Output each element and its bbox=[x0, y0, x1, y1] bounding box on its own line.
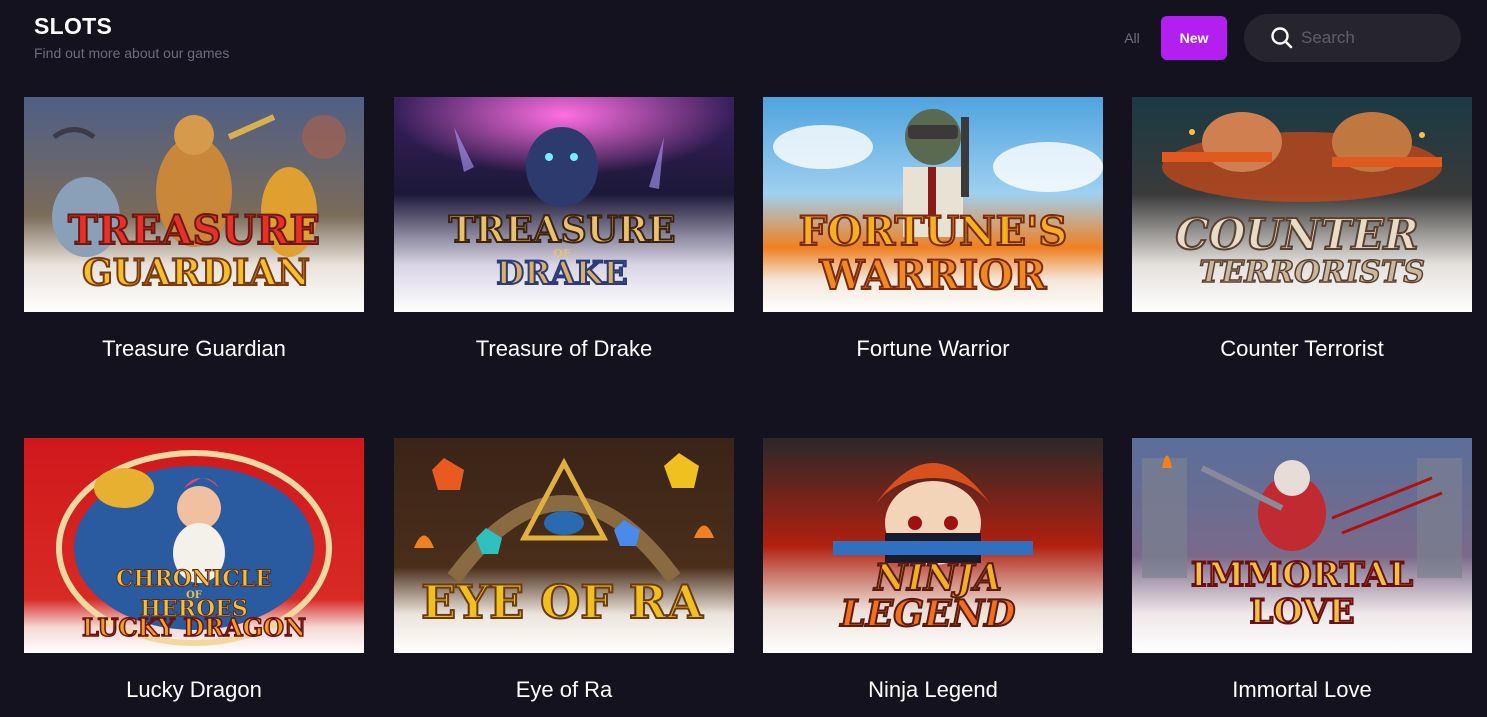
game-card-fortune-warrior[interactable]: FORTUNE'S WARRIOR Fortune Warrior bbox=[763, 97, 1103, 362]
game-logo-text: TREASURE bbox=[68, 207, 320, 254]
search-box[interactable] bbox=[1244, 14, 1461, 62]
game-logo-text: FORTUNE'S bbox=[799, 208, 1068, 255]
game-title[interactable]: Counter Terrorist bbox=[1132, 336, 1472, 362]
filter-all-button[interactable]: All bbox=[1112, 26, 1152, 50]
page-title: SLOTS bbox=[34, 13, 113, 39]
game-title[interactable]: Treasure Guardian bbox=[24, 336, 364, 362]
game-card-immortal-love[interactable]: IMMORTAL LOVE Immortal Love bbox=[1132, 438, 1472, 703]
game-title[interactable]: Fortune Warrior bbox=[763, 336, 1103, 362]
game-card-counter-terrorist[interactable]: COUNTER TERRORISTS Counter Terrorist bbox=[1132, 97, 1472, 362]
game-card-lucky-dragon[interactable]: CHRONICLE OF HEROES LUCKY DRAGON Lucky D… bbox=[24, 438, 364, 703]
game-title[interactable]: Ninja Legend bbox=[763, 677, 1103, 703]
game-logo-text: EYE OF RA bbox=[421, 575, 704, 629]
game-thumbnail[interactable]: CHRONICLE OF HEROES LUCKY DRAGON bbox=[24, 438, 364, 653]
game-logo-text: LUCKY DRAGON bbox=[82, 613, 306, 642]
game-logo-text: DRAKE bbox=[496, 254, 627, 292]
game-title[interactable]: Lucky Dragon bbox=[24, 677, 364, 703]
game-logo-text: WARRIOR bbox=[819, 252, 1047, 299]
game-logo-text: CHRONICLE bbox=[116, 566, 272, 592]
game-logo-text: LEGEND bbox=[839, 593, 1015, 635]
game-logo-text: IMMORTAL bbox=[1191, 555, 1413, 595]
game-title[interactable]: Immortal Love bbox=[1132, 677, 1472, 703]
game-title[interactable]: Treasure of Drake bbox=[394, 336, 734, 362]
game-logo-text: GUARDIAN bbox=[82, 252, 310, 294]
game-thumbnail[interactable]: NINJA LEGEND bbox=[763, 438, 1103, 653]
game-thumbnail[interactable]: TREASURE GUARDIAN bbox=[24, 97, 364, 312]
game-thumbnail[interactable]: FORTUNE'S WARRIOR bbox=[763, 97, 1103, 312]
slots-page: SLOTS Find out more about our games All … bbox=[0, 0, 1487, 717]
section-header: SLOTS Find out more about our games bbox=[34, 12, 229, 63]
game-logo-text: LOVE bbox=[1249, 592, 1354, 632]
game-thumbnail[interactable]: EYE OF RA bbox=[394, 438, 734, 653]
search-input[interactable] bbox=[1301, 24, 1441, 52]
game-logo-text: TERRORISTS bbox=[1199, 255, 1425, 290]
game-thumbnail[interactable]: IMMORTAL LOVE bbox=[1132, 438, 1472, 653]
game-logo-text: TREASURE bbox=[449, 209, 676, 251]
game-card-treasure-of-drake[interactable]: TREASURE OF DRAKE Treasure of Drake bbox=[394, 97, 734, 362]
game-logo-text: COUNTER bbox=[1175, 210, 1418, 259]
search-icon bbox=[1271, 27, 1293, 49]
page-subtitle: Find out more about our games bbox=[34, 45, 230, 61]
game-card-treasure-guardian[interactable]: TREASURE GUARDIAN Treasure Guardian bbox=[24, 97, 364, 362]
game-title[interactable]: Eye of Ra bbox=[394, 677, 734, 703]
game-thumbnail[interactable]: TREASURE OF DRAKE bbox=[394, 97, 734, 312]
game-card-eye-of-ra[interactable]: EYE OF RA Eye of Ra bbox=[394, 438, 734, 703]
filter-new-button[interactable]: New bbox=[1161, 16, 1227, 60]
game-thumbnail[interactable]: COUNTER TERRORISTS bbox=[1132, 97, 1472, 312]
game-card-ninja-legend[interactable]: NINJA LEGEND Ninja Legend bbox=[763, 438, 1103, 703]
